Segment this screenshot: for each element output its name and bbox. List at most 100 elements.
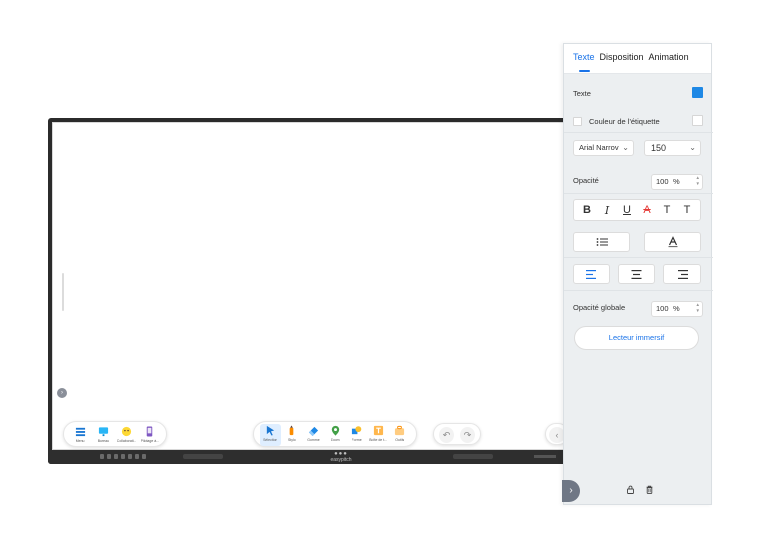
tab-animation[interactable]: Animation	[649, 52, 689, 73]
toolbar-left: Menu Bureau Collaborati... Pilotage à...	[63, 421, 167, 447]
strikethrough-button[interactable]: A	[639, 204, 655, 216]
chevron-down-icon: ⌄	[689, 143, 696, 152]
label-color-swatch[interactable]	[692, 115, 703, 126]
global-opacity-value: 100	[656, 304, 669, 313]
brand-logo: ●●● easypitch	[326, 451, 356, 463]
underline-button[interactable]: U	[619, 204, 635, 216]
text-color-swatch[interactable]	[692, 87, 703, 98]
chevron-down-icon: ⌄	[622, 143, 629, 152]
label-color-checkbox[interactable]	[573, 117, 582, 126]
panel-tabs: Texte Disposition Animation	[564, 44, 711, 74]
global-opacity-row: Opacité globale 100 % ▲ ▼	[573, 301, 703, 317]
list-button[interactable]	[573, 232, 630, 252]
interactive-display: › Menu Bureau Collaborati... Pilotage à.…	[48, 118, 569, 464]
panel-bottom-actions	[626, 485, 654, 494]
tab-texte[interactable]: Texte	[573, 52, 595, 73]
align-center-button[interactable]	[618, 264, 655, 284]
italic-button[interactable]: I	[599, 204, 615, 217]
tool-textbox[interactable]: Boîte de t...	[368, 424, 389, 446]
side-toggle-icon[interactable]: ›	[57, 388, 67, 398]
cursor-icon	[266, 425, 274, 436]
tool-label: Stylo	[287, 438, 296, 442]
board-bezel: ●●● easypitch	[48, 450, 568, 464]
redo-button[interactable]: ↷	[460, 427, 475, 443]
subscript-button[interactable]: T	[659, 204, 675, 216]
port-indicators	[100, 454, 146, 459]
stepper-arrows[interactable]: ▲ ▼	[696, 302, 700, 314]
whiteboard-canvas[interactable]: › Menu Bureau Collaborati... Pilotage à.…	[52, 122, 569, 450]
tool-label: Zoom	[330, 438, 340, 442]
tools-icon	[395, 425, 405, 436]
tool-label: Collaborati...	[116, 439, 137, 443]
collaboration-icon	[122, 426, 132, 437]
divider	[564, 132, 713, 133]
trash-icon[interactable]	[645, 485, 654, 494]
opacity-value: 100	[656, 177, 669, 186]
tool-bureau[interactable]: Bureau	[93, 425, 113, 447]
shape-icon	[352, 426, 362, 435]
global-opacity-stepper[interactable]: 100 % ▲ ▼	[651, 301, 703, 317]
font-size-value: 150	[651, 143, 667, 153]
zoom-icon	[331, 425, 339, 436]
opacity-label: Opacité	[573, 176, 599, 185]
opacity-row: Opacité 100 % ▲ ▼	[573, 174, 703, 190]
lock-icon[interactable]	[626, 485, 635, 494]
stepper-arrows[interactable]: ▲ ▼	[696, 175, 700, 187]
tool-shape[interactable]: Forme	[346, 424, 367, 446]
undo-button[interactable]: ↶	[439, 427, 454, 443]
font-family-select[interactable]: Arial Narrov ⌄	[573, 140, 634, 156]
remote-control-icon	[147, 426, 153, 437]
tool-remote-control[interactable]: Pilotage à...	[140, 425, 160, 447]
tool-selection[interactable]: Sélection	[260, 424, 281, 446]
pen-icon	[290, 425, 294, 436]
align-left-button[interactable]	[573, 264, 610, 284]
font-size-select[interactable]: 150 ⌄	[644, 140, 701, 156]
text-color-row: Texte	[573, 87, 703, 98]
speaker-right	[453, 454, 493, 459]
global-opacity-unit: %	[673, 304, 680, 313]
menu-icon	[75, 427, 85, 437]
tool-label: Boîte de t...	[369, 438, 388, 442]
opacity-unit: %	[673, 177, 680, 186]
tool-label: Bureau	[97, 439, 110, 443]
immersive-reader-button[interactable]: Lecteur immersif	[574, 326, 699, 350]
align-right-button[interactable]	[663, 264, 701, 284]
tool-menu[interactable]: Menu	[70, 425, 90, 447]
tab-disposition[interactable]: Disposition	[600, 52, 644, 73]
text-color-label: Texte	[573, 89, 591, 98]
desktop-icon	[98, 427, 108, 437]
superscript-button[interactable]: T	[679, 204, 695, 216]
tool-tools[interactable]: Outils	[389, 424, 410, 446]
toolbar-center: Sélection Stylo Gomme Zoom Forme Boîte d…	[253, 421, 417, 447]
collapse-panel-button[interactable]: ›	[562, 480, 580, 502]
tool-label: Menu	[75, 439, 85, 443]
speaker-left	[183, 454, 223, 459]
global-opacity-label: Opacité globale	[573, 303, 626, 312]
tool-label: Forme	[351, 438, 362, 442]
board-tag	[534, 455, 556, 458]
divider	[564, 193, 713, 194]
textbox-icon	[373, 425, 383, 436]
undo-icon: ↶	[442, 430, 451, 440]
tool-pen[interactable]: Stylo	[282, 424, 303, 446]
text-highlight-button[interactable]	[644, 232, 701, 252]
eraser-icon	[308, 426, 319, 436]
chevron-right-icon: ›	[569, 485, 573, 496]
align-left-icon	[586, 269, 596, 279]
tool-label: Sélection	[263, 438, 278, 442]
opacity-stepper[interactable]: 100 % ▲ ▼	[651, 174, 703, 190]
bold-button[interactable]: B	[579, 204, 595, 216]
redo-icon: ↷	[463, 430, 472, 440]
align-right-icon	[677, 269, 688, 279]
font-family-value: Arial Narrov	[579, 143, 619, 152]
text-style-group: B I U A T T	[573, 199, 701, 221]
tool-zoom[interactable]: Zoom	[325, 424, 346, 446]
side-drag-handle[interactable]	[62, 273, 64, 311]
label-color-label: Couleur de l'étiquette	[589, 117, 660, 126]
tool-label: Outils	[395, 438, 405, 442]
align-center-icon	[631, 269, 642, 279]
format-panel: Texte Disposition Animation Texte Couleu…	[562, 43, 713, 505]
tool-eraser[interactable]: Gomme	[303, 424, 324, 446]
divider	[564, 257, 713, 258]
tool-collaboration[interactable]: Collaborati...	[117, 425, 137, 447]
